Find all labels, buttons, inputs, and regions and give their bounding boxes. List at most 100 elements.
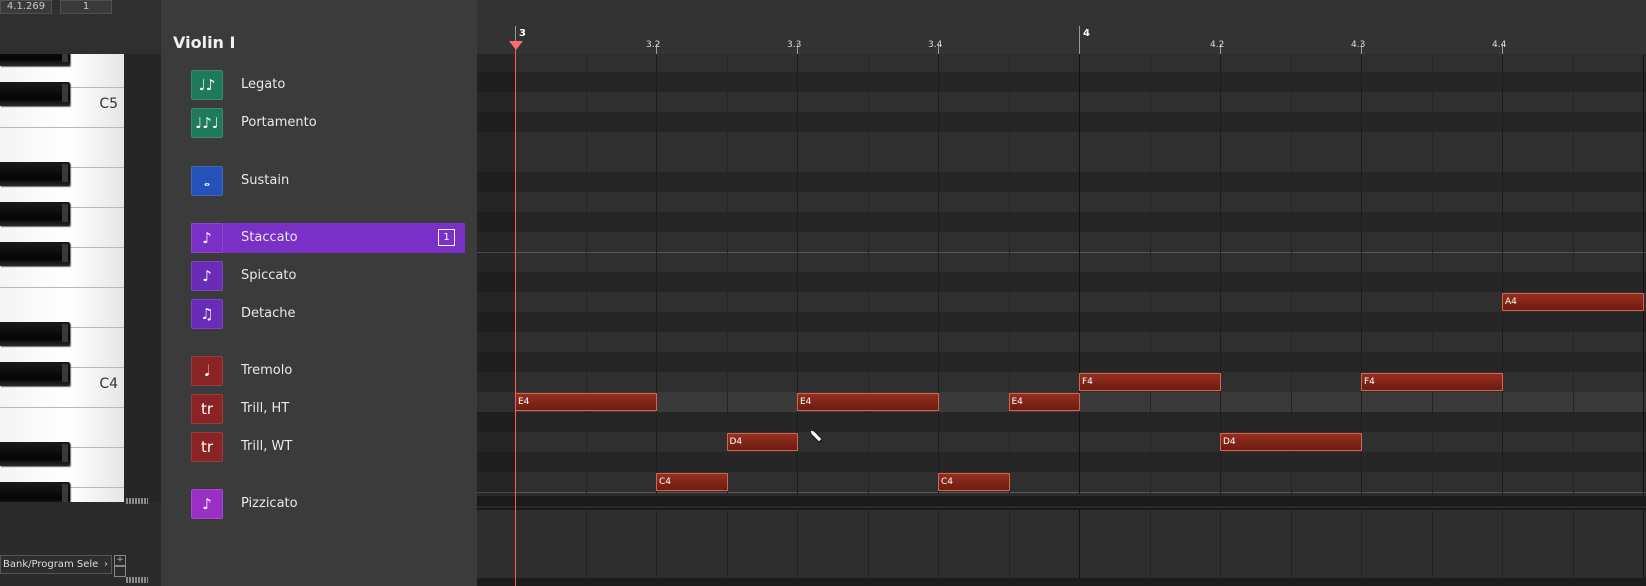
velocity-grid-line [1149, 510, 1151, 580]
velocity-grid-line [1008, 510, 1010, 580]
playhead-line[interactable] [515, 44, 516, 586]
pitch-lane[interactable] [477, 312, 1646, 332]
grid-line [1431, 54, 1433, 494]
black-key[interactable] [0, 242, 70, 266]
ruler-label: 4.3 [1351, 40, 1366, 50]
midi-note[interactable]: E4 [1008, 393, 1080, 411]
articulation-label: Spiccato [241, 268, 297, 283]
velocity-grid-line [1572, 510, 1574, 580]
pitch-lane[interactable] [477, 192, 1646, 212]
legato-icon: ♩♪ [191, 70, 223, 100]
pitch-lane[interactable] [477, 54, 1646, 72]
articulation-staccato[interactable]: ♪ Staccato 1 [191, 223, 465, 253]
pitch-lane[interactable] [477, 352, 1646, 372]
pitch-lane[interactable] [477, 232, 1646, 252]
black-key[interactable] [0, 54, 70, 66]
piano-roll-window: 4.1.269 1 C5 C4 Violin I ♩♪ Legato ♩♪♩ Porta… [0, 0, 1646, 586]
grid-line [1079, 54, 1080, 494]
piano-keyboard[interactable]: C5 C4 [0, 54, 125, 502]
pitch-lane[interactable] [477, 212, 1646, 232]
horizontal-scrollbar[interactable] [477, 496, 1646, 506]
articulation-label: Staccato [241, 230, 298, 245]
articulation-trill-ht[interactable]: tr Trill, HT [191, 394, 465, 424]
grid-line [1220, 54, 1221, 494]
pitch-lane[interactable] [477, 432, 1646, 452]
bank-program-label: Bank/Program Sele [3, 559, 99, 570]
pre-roll-region [477, 54, 515, 494]
midi-note[interactable]: C4 [656, 473, 728, 491]
remove-lane-button[interactable] [114, 566, 126, 577]
black-key[interactable] [0, 442, 70, 466]
articulation-trill-wt[interactable]: tr Trill, WT [191, 432, 465, 462]
pizzicato-icon: ♪ [191, 489, 223, 519]
controller-resize-grip[interactable] [126, 577, 148, 583]
velocity-grid-line [1290, 510, 1292, 580]
midi-note[interactable]: E4 [797, 393, 939, 411]
articulation-pizzicato[interactable]: ♪ Pizzicato [191, 489, 465, 519]
pitch-lane[interactable] [477, 452, 1646, 472]
octave-separator [477, 252, 1646, 253]
grid-line [1572, 54, 1574, 494]
articulation-label: Portamento [241, 115, 317, 130]
black-key[interactable] [0, 482, 70, 502]
articulation-sustain[interactable]: 𝅝 Sustain [191, 166, 465, 196]
pitch-lane[interactable] [477, 92, 1646, 112]
pitch-lane[interactable] [477, 72, 1646, 92]
articulation-detache[interactable]: ♫ Detache [191, 299, 465, 329]
velocity-grid-line [1431, 510, 1433, 580]
position-counter[interactable]: 4.1.269 [0, 0, 52, 14]
midi-note[interactable]: C4 [938, 473, 1010, 491]
bank-program-select[interactable]: Bank/Program Sele › [0, 555, 112, 574]
grid-line [656, 54, 657, 494]
pitch-lane[interactable] [477, 472, 1646, 492]
pitch-lane[interactable] [477, 152, 1646, 172]
velocity-grid-line [585, 510, 587, 580]
ruler-label: 4.4 [1492, 40, 1507, 50]
timeline-ruler[interactable]: 3 3.2 3.3 3.4 4 4.2 4.3 4.4 [477, 0, 1646, 55]
pitch-lane[interactable] [477, 292, 1646, 312]
add-lane-button[interactable]: + [114, 555, 126, 566]
grid-line [585, 54, 587, 494]
articulation-legato[interactable]: ♩♪ Legato [191, 70, 465, 100]
editor-bottom-bar [477, 578, 1646, 586]
velocity-grid-line [1643, 510, 1644, 580]
velocity-lane[interactable] [477, 508, 1646, 580]
playhead-marker-icon[interactable] [509, 41, 523, 50]
midi-note[interactable]: E4 [515, 393, 657, 411]
articulation-label: Trill, WT [241, 439, 293, 454]
octave-label: C4 [99, 376, 118, 392]
pitch-lane[interactable] [477, 272, 1646, 292]
black-key[interactable] [0, 202, 70, 226]
portamento-icon: ♩♪♩ [191, 108, 223, 138]
pitch-lane[interactable] [477, 112, 1646, 132]
staccato-icon: ♪ [191, 223, 223, 253]
midi-note[interactable]: F4 [1079, 373, 1221, 391]
ruler-label: 3.3 [787, 40, 802, 50]
pitch-lane[interactable] [477, 252, 1646, 272]
grid-line [938, 54, 939, 494]
note-grid[interactable]: E4 C4 D4 E4 C4 E4 F4 D4 F4 A4 [477, 54, 1646, 494]
midi-note[interactable]: A4 [1502, 293, 1644, 311]
ruler-label: 3 [519, 28, 526, 39]
keyboard-resize-grip[interactable] [126, 498, 148, 504]
articulation-portamento[interactable]: ♩♪♩ Portamento [191, 108, 465, 138]
pitch-lane[interactable] [477, 332, 1646, 352]
pitch-lane[interactable] [477, 132, 1646, 152]
articulation-tremolo[interactable]: 𝅘𝅥 Tremolo [191, 356, 465, 386]
black-key[interactable] [0, 322, 70, 346]
grid-line [1008, 54, 1010, 494]
midi-note[interactable]: F4 [1361, 373, 1503, 391]
articulation-spiccato[interactable]: ♪ Spiccato [191, 261, 465, 291]
pitch-lane[interactable] [477, 172, 1646, 192]
value-counter[interactable]: 1 [60, 0, 112, 14]
midi-note[interactable]: D4 [1220, 433, 1362, 451]
black-key[interactable] [0, 362, 70, 386]
midi-note[interactable]: D4 [726, 433, 798, 451]
pitch-lane[interactable] [477, 412, 1646, 432]
black-key[interactable] [0, 82, 70, 106]
velocity-grid-line [1361, 510, 1362, 580]
note-editor[interactable]: 3 3.2 3.3 3.4 4 4.2 4.3 4.4 E4 C4 D4 E4 C4 E4 F4 D4 F4 A… [477, 0, 1646, 586]
grid-line [797, 54, 798, 494]
black-key[interactable] [0, 162, 70, 186]
articulation-label: Tremolo [241, 363, 293, 378]
